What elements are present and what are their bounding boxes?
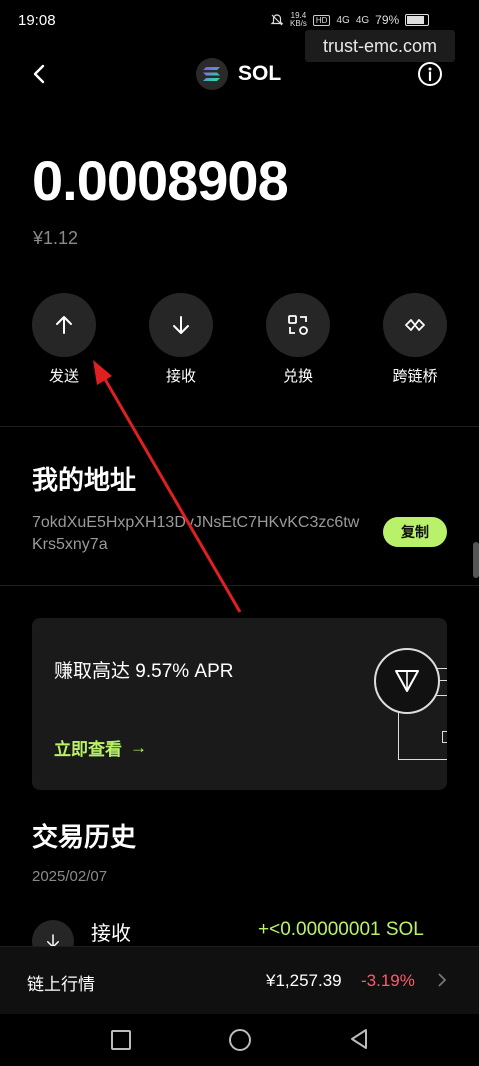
copy-button[interactable]: 复制 — [383, 517, 447, 547]
recent-apps-icon[interactable] — [111, 1030, 131, 1050]
tx-amount: +<0.00000001 SOL — [258, 919, 424, 940]
card-illustration-mark — [442, 731, 447, 743]
signal-4g-2: 4G — [355, 14, 370, 26]
arrow-up-icon — [56, 316, 72, 334]
info-icon[interactable] — [417, 61, 443, 87]
battery-percent: 79% — [375, 13, 400, 27]
swap-button[interactable]: 兑换 — [265, 293, 331, 386]
network-speed: 19.4 KB/s — [290, 11, 307, 28]
mute-bell-icon — [270, 14, 284, 26]
receive-label: 接收 — [165, 368, 196, 385]
solana-logo-icon — [196, 58, 228, 90]
diamond-icon — [374, 648, 440, 714]
swap-icon — [288, 315, 308, 335]
divider — [0, 585, 479, 586]
address-title: 我的地址 — [32, 465, 137, 495]
home-icon[interactable] — [229, 1029, 251, 1051]
send-button[interactable]: 发送 — [31, 293, 97, 386]
tx-type[interactable]: 接收 — [91, 917, 131, 946]
status-time: 19:08 — [18, 12, 56, 29]
market-price: ¥1,257.39 — [266, 971, 342, 990]
earn-title: 赚取高达 9.57% APR — [54, 661, 234, 682]
watermark: trust-emc.com — [305, 30, 455, 62]
battery-icon — [405, 14, 430, 26]
view-now-link[interactable]: 立即查看 → — [54, 735, 147, 760]
swap-label: 兑换 — [282, 368, 313, 385]
arrow-right-icon: → — [130, 737, 147, 757]
header-title-group: SOL — [196, 58, 281, 90]
history-date: 2025/02/07 — [32, 868, 108, 885]
scroll-handle[interactable] — [473, 542, 479, 578]
chevron-left-icon[interactable] — [28, 62, 52, 86]
system-nav-bar — [0, 1014, 479, 1066]
status-icons: 19.4 KB/s HD 4G 4G 79% — [270, 11, 430, 28]
history-title: 交易历史 — [32, 822, 137, 852]
send-circle[interactable] — [32, 293, 96, 357]
bridge-label: 跨链桥 — [392, 368, 438, 385]
page-title: SOL — [238, 62, 282, 85]
signal-4g-1: 4G — [336, 14, 350, 26]
market-change: -3.19% — [361, 971, 415, 990]
nav-back-icon[interactable] — [349, 1028, 369, 1050]
receive-circle[interactable] — [149, 293, 213, 357]
token-balance: 0.0008908 — [32, 149, 289, 212]
bridge-button[interactable]: 跨链桥 — [382, 293, 448, 386]
send-label: 发送 — [48, 368, 79, 385]
market-bar[interactable]: 链上行情 ¥1,257.39 -3.19% — [0, 946, 479, 1015]
bridge-icon — [405, 319, 425, 331]
swap-circle[interactable] — [266, 293, 330, 357]
hd-tag: HD — [312, 14, 331, 26]
earn-card[interactable]: 赚取高达 9.57% APR 立即查看 → — [32, 618, 447, 790]
chevron-right-icon[interactable] — [436, 973, 448, 987]
fiat-balance: ¥1.12 — [33, 228, 79, 248]
bridge-circle[interactable] — [383, 293, 447, 357]
receive-button[interactable]: 接收 — [148, 293, 214, 386]
arrow-down-icon — [173, 316, 189, 334]
divider — [0, 426, 479, 427]
view-now-label: 立即查看 — [54, 740, 122, 759]
wallet-address: 7okdXuE5HxpXH13DvJNsEtC7HKvKC3zc6twKrs5x… — [32, 514, 360, 553]
market-label: 链上行情 — [27, 975, 95, 994]
